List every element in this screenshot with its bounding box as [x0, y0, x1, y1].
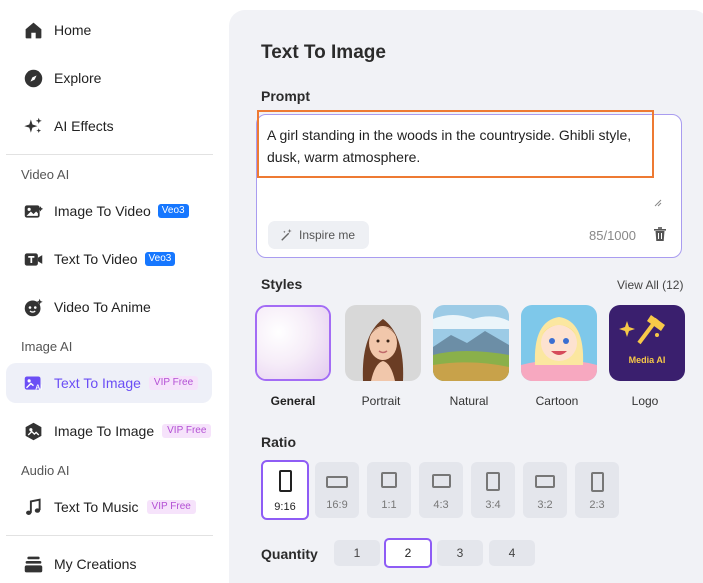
quantity-label: Quantity — [261, 546, 318, 562]
style-label-natural: Natural — [449, 394, 489, 408]
ratio-1-1-button[interactable]: 1:1 — [367, 462, 411, 518]
sidebar-item-ai-effects[interactable]: AI Effects — [6, 106, 212, 146]
sidebar-item-label: Explore — [54, 70, 102, 86]
styles-label: Styles — [261, 276, 303, 292]
image-to-image-icon — [22, 420, 44, 442]
portrait-thumbnail — [345, 305, 421, 381]
natural-thumbnail — [433, 305, 509, 381]
page-title: Text To Image — [261, 42, 386, 63]
veo3-badge: Veo3 — [157, 204, 189, 218]
sidebar-item-text-to-music[interactable]: Text To Music VIP Free — [6, 487, 212, 527]
sidebar-item-label: Text To Image — [54, 375, 141, 391]
style-card-natural[interactable] — [433, 305, 509, 381]
ratio-text: 1:1 — [381, 499, 397, 511]
ratio-4-3-button[interactable]: 4:3 — [419, 462, 463, 518]
ratio-text: 16:9 — [326, 499, 348, 511]
vip-free-badge: VIP Free — [148, 376, 199, 390]
quantity-1-button[interactable]: 1 — [334, 540, 380, 566]
sidebar-item-image-to-video[interactable]: Image To Video Veo3 — [6, 191, 212, 231]
main-panel: Text To Image Prompt A girl standing in … — [229, 10, 703, 583]
sparkles-icon — [22, 115, 44, 137]
ratio-label: Ratio — [261, 434, 296, 450]
ratio-2-3-button[interactable]: 2:3 — [575, 462, 619, 518]
sidebar-item-label: Image To Video — [54, 203, 151, 219]
vip-free-badge: VIP Free — [146, 500, 196, 514]
sidebar-item-label: Video To Anime — [54, 299, 151, 315]
ratio-text: 9:16 — [274, 501, 296, 513]
ratio-3-2-button[interactable]: 3:2 — [523, 462, 567, 518]
sidebar-item-label: Image To Image — [54, 423, 155, 439]
trash-icon[interactable] — [652, 226, 668, 242]
style-label-cartoon: Cartoon — [535, 394, 579, 408]
sidebar-item-label: Text To Video — [54, 251, 138, 267]
style-label-general: General — [270, 394, 316, 408]
quantity-4-button[interactable]: 4 — [489, 540, 535, 566]
landscape-ratio-icon — [326, 476, 348, 488]
prompt-label: Prompt — [261, 88, 310, 104]
inspire-me-button[interactable]: Inspire me — [268, 221, 369, 249]
resize-handle-icon[interactable] — [654, 199, 662, 207]
sidebar-item-text-to-video[interactable]: Text To Video Veo3 — [6, 239, 212, 279]
text-to-video-icon — [22, 248, 44, 270]
ratio-3-4-button[interactable]: 3:4 — [471, 462, 515, 518]
sidebar-item-label: Text To Music — [54, 499, 139, 515]
ratio-text: 2:3 — [589, 499, 605, 511]
stack-icon — [22, 553, 44, 575]
square-ratio-icon — [381, 472, 397, 488]
portrait-ratio-icon — [278, 470, 292, 492]
text-to-image-icon: AI — [22, 372, 44, 394]
view-all-link[interactable]: View All (12) — [617, 278, 683, 292]
logo-thumbnail-text: Media AI — [628, 355, 666, 365]
sidebar-item-explore[interactable]: Explore — [6, 58, 212, 98]
compass-icon — [22, 67, 44, 89]
section-label-audio-ai: Audio AI — [21, 463, 70, 478]
sidebar-item-label: AI Effects — [54, 118, 114, 134]
section-label-video-ai: Video AI — [21, 167, 70, 182]
style-card-portrait[interactable] — [345, 305, 421, 381]
image-to-video-icon — [22, 200, 44, 222]
ratio-9-16-button[interactable]: 9:16 — [261, 460, 309, 520]
veo3-badge: Veo3 — [144, 252, 176, 266]
sidebar: Home Explore AI Effects Video AI Image T… — [0, 0, 228, 583]
ratio-text: 3:4 — [485, 499, 501, 511]
portrait-ratio-icon — [590, 472, 604, 492]
sidebar-item-my-creations[interactable]: My Creations — [6, 544, 212, 583]
style-label-portrait: Portrait — [361, 394, 401, 408]
ratio-16-9-button[interactable]: 16:9 — [315, 462, 359, 518]
logo-thumbnail — [609, 305, 685, 381]
sidebar-item-text-to-image[interactable]: AI Text To Image VIP Free — [6, 363, 212, 403]
sidebar-divider — [6, 535, 213, 536]
music-note-icon — [22, 496, 44, 518]
landscape-ratio-icon — [431, 474, 451, 488]
cartoon-thumbnail — [521, 305, 597, 381]
sidebar-divider — [6, 154, 213, 155]
sidebar-item-image-to-image[interactable]: Image To Image VIP Free — [6, 411, 212, 451]
style-card-general[interactable] — [255, 305, 331, 381]
ratio-text: 4:3 — [433, 499, 449, 511]
prompt-text[interactable]: A girl standing in the woods in the coun… — [267, 124, 657, 168]
portrait-ratio-icon — [486, 472, 500, 491]
style-label-logo: Logo — [631, 394, 659, 408]
quantity-3-button[interactable]: 3 — [437, 540, 483, 566]
inspire-me-label: Inspire me — [299, 228, 356, 242]
sidebar-item-video-to-anime[interactable]: Video To Anime — [6, 287, 212, 327]
sidebar-item-label: My Creations — [54, 556, 137, 572]
char-count: 85/1000 — [589, 228, 636, 243]
magic-wand-icon — [281, 228, 292, 241]
anime-face-icon — [22, 296, 44, 318]
sidebar-item-label: Home — [54, 22, 92, 38]
quantity-2-button[interactable]: 2 — [384, 538, 432, 568]
landscape-ratio-icon — [535, 475, 555, 488]
style-card-logo[interactable]: Media AI — [609, 305, 685, 381]
vip-free-badge: VIP Free — [162, 424, 212, 438]
svg-text:AI: AI — [35, 384, 42, 391]
home-icon — [22, 19, 44, 41]
ratio-text: 3:2 — [537, 499, 553, 511]
section-label-image-ai: Image AI — [21, 339, 73, 354]
sidebar-item-home[interactable]: Home — [6, 10, 212, 50]
style-card-cartoon[interactable] — [521, 305, 597, 381]
